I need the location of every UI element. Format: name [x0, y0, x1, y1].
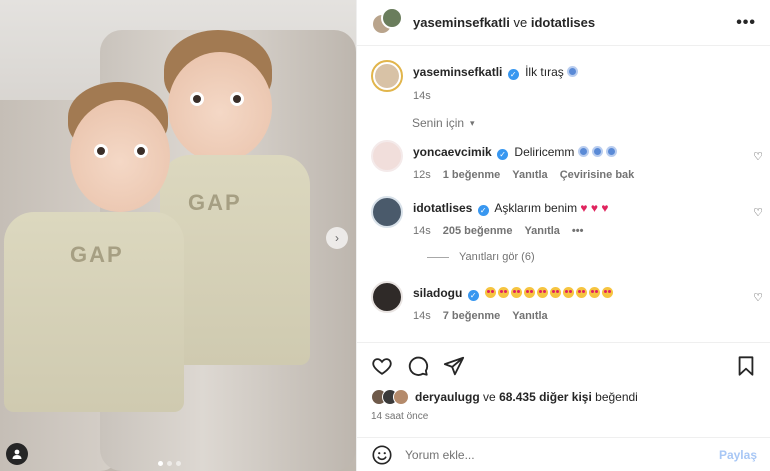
verified-icon: ✓	[467, 290, 479, 301]
comment-item: yoncaevcimik ✓ Deliricemm 12s 1 beğenme …	[371, 140, 767, 181]
comment-text: Aşklarım benim	[494, 201, 578, 215]
like-comment-icon[interactable]: ♡	[753, 150, 763, 163]
author-2[interactable]: idotatlises	[531, 15, 595, 30]
author-conjunction: ve	[513, 15, 528, 30]
comment-icon[interactable]	[407, 355, 429, 377]
emoji-icon	[577, 146, 589, 157]
liker-username[interactable]: deryaulugg	[415, 390, 480, 404]
replies-divider	[427, 256, 449, 258]
verified-icon: ✓	[497, 149, 509, 160]
liker-avatars[interactable]	[371, 389, 409, 405]
reply-button[interactable]: Yanıtla	[512, 310, 547, 322]
comment-more-button[interactable]: •••	[572, 225, 584, 237]
comment-filter-label: Senin için	[412, 116, 465, 130]
heart-eyes-emoji-icon	[485, 286, 615, 300]
comment-input[interactable]: Yorum ekle...	[405, 448, 719, 462]
bookmark-icon[interactable]	[735, 355, 757, 377]
view-replies-label: Yanıtları gör (6)	[459, 251, 535, 263]
verified-icon: ✓	[477, 205, 489, 216]
chevron-down-icon: ▾	[470, 117, 475, 128]
emoji-icon	[567, 66, 579, 77]
collab-avatars[interactable]	[371, 6, 403, 39]
child-left: GAP	[0, 82, 200, 471]
comment-text: Deliricemm	[514, 145, 575, 159]
likes-conjunction: ve	[483, 390, 496, 404]
comment-item: idotatlises ✓ Aşklarım benim ♥ ♥ ♥ 14s 2…	[371, 196, 767, 237]
share-icon[interactable]	[443, 355, 465, 377]
avatar[interactable]	[371, 281, 403, 313]
caption-username[interactable]: yaseminsefkatli	[413, 65, 502, 79]
comment-time: 12s	[413, 169, 431, 181]
carousel-indicator	[158, 461, 181, 466]
comment-likes[interactable]: 1 beğenme	[443, 169, 500, 181]
avatar[interactable]	[371, 60, 403, 92]
post-media[interactable]: GAP GAP ›	[0, 0, 356, 471]
avatar[interactable]	[371, 196, 403, 228]
comments-list[interactable]: yaseminsefkatli ✓ İlk tıraş 14s Senin iç…	[357, 46, 770, 342]
reply-button[interactable]: Yanıtla	[524, 225, 559, 237]
user-icon	[12, 449, 22, 459]
emoji-icon[interactable]	[371, 444, 393, 466]
reply-button[interactable]: Yanıtla	[512, 169, 547, 181]
comment-item: siladogu ✓ 14s 7 beğenme Yanıtla ♡	[371, 281, 767, 322]
add-comment-bar: Yorum ekle... Paylaş	[357, 437, 770, 471]
emoji-icon	[605, 146, 617, 157]
shirt-print: GAP	[70, 242, 124, 267]
comment-username[interactable]: siladogu	[413, 286, 462, 300]
more-horizontal-icon[interactable]: •••	[736, 14, 756, 32]
post-caption: yaseminsefkatli ✓ İlk tıraş 14s	[371, 60, 581, 102]
likes-summary: deryaulugg ve 68.435 diğer kişi beğendi	[371, 389, 757, 405]
comment-username[interactable]: idotatlises	[413, 201, 472, 215]
like-comment-icon[interactable]: ♡	[753, 291, 763, 304]
comment-time: 14s	[413, 225, 431, 237]
translate-button[interactable]: Çevirisine bak	[560, 169, 635, 181]
avatar[interactable]	[371, 140, 403, 172]
caption-text: İlk tıraş	[525, 65, 564, 79]
post-actions: deryaulugg ve 68.435 diğer kişi beğendi …	[357, 342, 770, 422]
post-panel: yaseminsefkatli ve idotatlises ••• yasem…	[356, 0, 770, 471]
heart-emoji-icon: ♥ ♥ ♥	[580, 201, 609, 215]
carousel-next-button[interactable]: ›	[326, 227, 348, 249]
view-replies-button[interactable]: Yanıtları gör (6)	[427, 251, 535, 263]
caption-time: 14s	[413, 90, 431, 102]
comment-time: 14s	[413, 310, 431, 322]
post-time: 14 saat önce	[371, 411, 429, 422]
comment-username[interactable]: yoncaevcimik	[413, 145, 492, 159]
post-header: yaseminsefkatli ve idotatlises •••	[357, 0, 770, 46]
likes-suffix: beğendi	[595, 390, 638, 404]
likes-count[interactable]: 68.435 diğer kişi	[499, 390, 592, 404]
like-comment-icon[interactable]: ♡	[753, 206, 763, 219]
author-1[interactable]: yaseminsefkatli	[413, 15, 510, 30]
comment-likes[interactable]: 7 beğenme	[443, 310, 500, 322]
verified-icon: ✓	[507, 69, 519, 80]
post-comment-button[interactable]: Paylaş	[719, 448, 757, 462]
emoji-icon	[591, 146, 603, 157]
comment-filter[interactable]: Senin için ▾	[412, 116, 475, 130]
tagged-users-button[interactable]	[6, 443, 28, 465]
comment-likes[interactable]: 205 beğenme	[443, 225, 513, 237]
heart-icon[interactable]	[371, 355, 393, 377]
post-authors: yaseminsefkatli ve idotatlises	[413, 15, 595, 30]
